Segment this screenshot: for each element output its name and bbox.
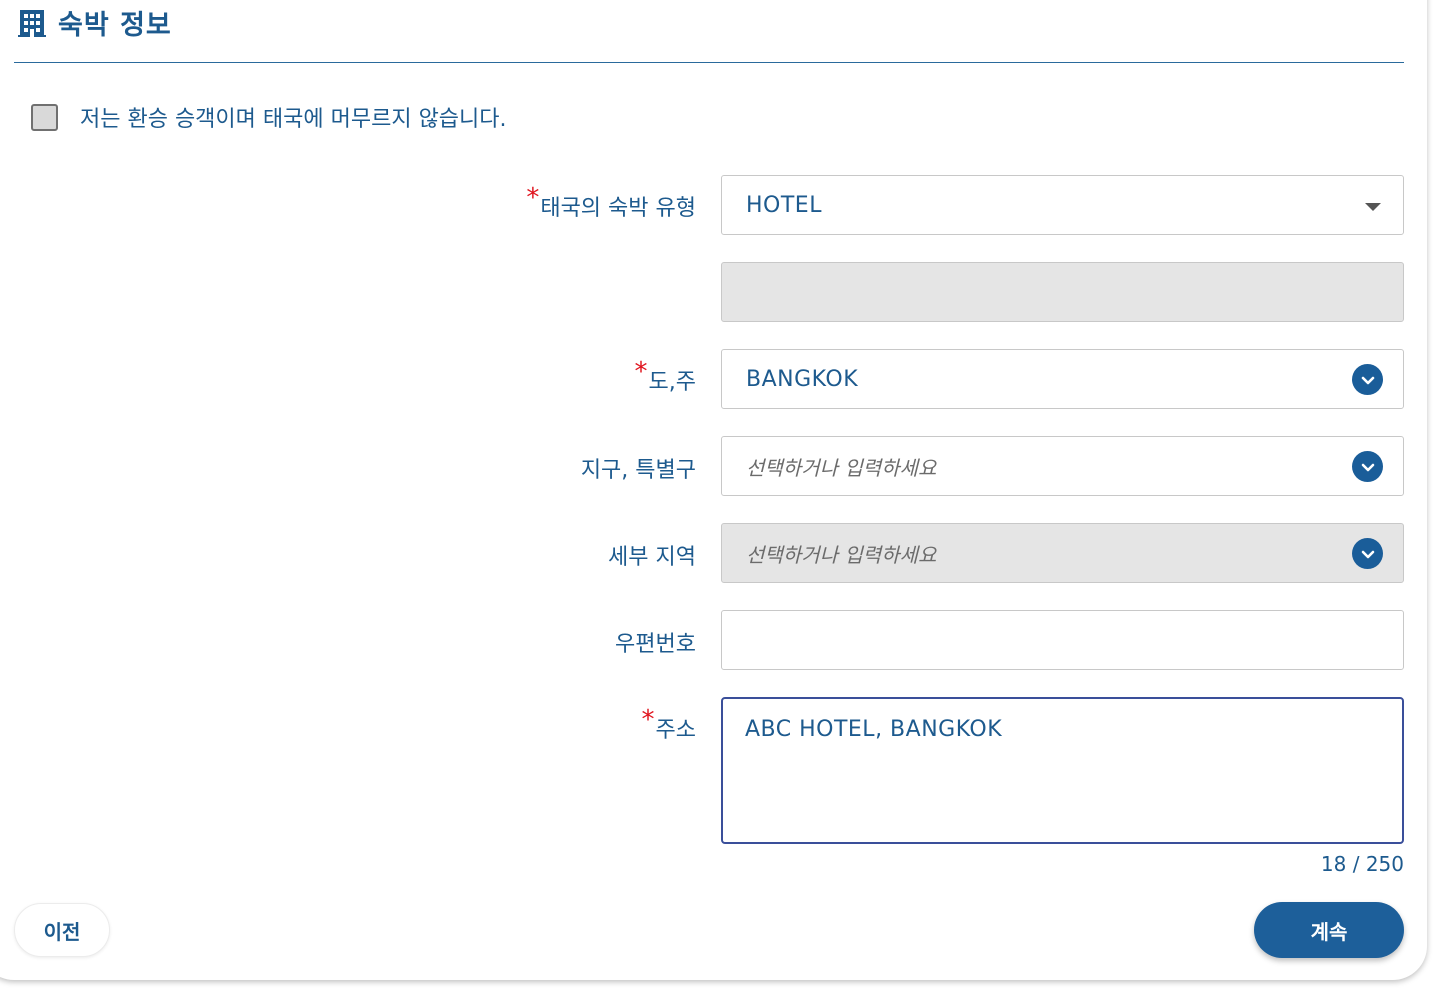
subdistrict-placeholder: 선택하거나 입력하세요 (746, 542, 937, 567)
accommodation-type-select[interactable]: HOTEL (721, 175, 1404, 235)
previous-button[interactable]: 이전 (14, 903, 110, 957)
section-title: 숙박 정보 (58, 9, 172, 41)
required-mark: * (641, 705, 655, 735)
accommodation-type-label: *태국의 숙박 유형 (526, 183, 696, 221)
chevron-down-icon (1352, 538, 1383, 569)
chevron-down-icon[interactable] (1352, 364, 1383, 395)
accommodation-type-value: HOTEL (746, 192, 822, 218)
postal-code-label: 우편번호 (615, 632, 696, 657)
subdistrict-label: 세부 지역 (608, 545, 696, 570)
chevron-down-icon[interactable] (1352, 451, 1383, 482)
district-label: 지구, 특별구 (580, 458, 696, 483)
accommodation-detail-field (721, 262, 1404, 322)
district-combobox[interactable]: 선택하거나 입력하세요 (721, 436, 1404, 496)
province-select[interactable]: BANGKOK (721, 349, 1404, 409)
transit-checkbox[interactable] (31, 103, 58, 131)
section-header: 숙박 정보 (18, 0, 172, 44)
subdistrict-combobox: 선택하거나 입력하세요 (721, 523, 1404, 583)
province-value: BANGKOK (746, 366, 859, 392)
transit-checkbox-label: 저는 환승 승객이며 태국에 머무르지 않습니다. (80, 107, 507, 132)
header-divider (14, 62, 1404, 63)
continue-button[interactable]: 계속 (1254, 902, 1404, 958)
dropdown-caret-icon (1365, 203, 1381, 211)
transit-checkbox-row[interactable]: 저는 환승 승객이며 태국에 머무르지 않습니다. (31, 101, 507, 133)
postal-code-input[interactable] (721, 610, 1404, 670)
building-icon (18, 10, 46, 37)
district-placeholder: 선택하거나 입력하세요 (746, 455, 937, 480)
required-mark: * (526, 183, 540, 213)
address-textarea[interactable]: ABC HOTEL, BANGKOK (721, 697, 1404, 844)
address-char-counter: 18 / 250 (1320, 852, 1404, 876)
province-label: *도,주 (634, 357, 696, 395)
address-label: *주소 (641, 705, 696, 743)
required-mark: * (634, 357, 648, 387)
